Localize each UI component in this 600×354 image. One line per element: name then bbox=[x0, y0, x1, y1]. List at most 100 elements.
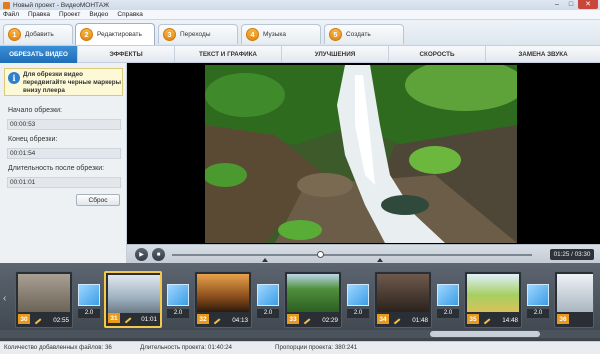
step-number: 1 bbox=[8, 28, 21, 41]
trim-end-field[interactable]: 00:01:54 bbox=[7, 148, 121, 159]
status-ratio: Пропорции проекта: 380:241 bbox=[275, 344, 358, 351]
edit-pencil-icon[interactable] bbox=[31, 314, 42, 325]
step-edit[interactable]: 2 Редактировать bbox=[75, 23, 155, 45]
clip-thumbnail bbox=[108, 275, 160, 313]
edit-tabs: ОБРЕЗАТЬ ВИДЕО ЭФФЕКТЫ ТЕКСТ И ГРАФИКА У… bbox=[0, 45, 600, 63]
edit-pencil-icon[interactable] bbox=[300, 314, 311, 325]
menu-bar: Файл Правка Проект Видео Справка bbox=[0, 10, 600, 20]
play-button[interactable]: ▶ bbox=[135, 248, 148, 261]
edit-pencil-icon[interactable] bbox=[210, 314, 221, 325]
transition-duration: 2.0 bbox=[527, 309, 549, 318]
window-title: Новый проект - ВидеоМОНТАЖ bbox=[13, 1, 110, 9]
tab-text-graphics[interactable]: ТЕКСТ И ГРАФИКА bbox=[175, 46, 282, 63]
step-label: Добавить bbox=[25, 31, 54, 38]
reset-button[interactable]: Сброс bbox=[76, 194, 120, 206]
clip-duration: 01:01 bbox=[141, 316, 157, 323]
clip-number: 31 bbox=[108, 313, 120, 323]
clip-duration: 14:48 bbox=[502, 317, 518, 324]
trim-end-marker[interactable] bbox=[377, 258, 383, 262]
tab-effects[interactable]: ЭФФЕКТЫ bbox=[78, 46, 175, 63]
clip-thumbnail bbox=[197, 274, 249, 312]
timeline-clip[interactable]: 36 bbox=[554, 271, 594, 328]
time-display: 01:25 / 03:30 bbox=[550, 249, 594, 260]
seek-bar[interactable] bbox=[172, 251, 532, 258]
clip-number: 35 bbox=[467, 314, 479, 324]
transition-duration: 2.0 bbox=[347, 309, 369, 318]
close-button[interactable]: ✕ bbox=[578, 0, 598, 9]
trim-end-label: Конец обрезки: bbox=[8, 136, 58, 143]
step-music[interactable]: 4 Музыка bbox=[241, 24, 321, 44]
step-create[interactable]: 5 Создать bbox=[324, 24, 404, 44]
transition-slot[interactable]: 2.0 bbox=[167, 284, 189, 320]
clip-thumbnail bbox=[557, 274, 593, 312]
maximize-button[interactable]: □ bbox=[564, 0, 578, 9]
menu-video[interactable]: Видео bbox=[89, 11, 108, 18]
trim-panel: i Для обрезки видео передвигайте черные … bbox=[0, 63, 127, 263]
step-label: Редактировать bbox=[97, 31, 142, 38]
step-add[interactable]: 1 Добавить bbox=[3, 24, 73, 44]
status-files: Количество добавленных файлов: 36 bbox=[4, 344, 112, 351]
stop-button[interactable]: ■ bbox=[152, 248, 165, 261]
tab-enhancements[interactable]: УЛУЧШЕНИЯ bbox=[282, 46, 389, 63]
seek-knob[interactable] bbox=[316, 251, 324, 258]
video-preview bbox=[127, 63, 600, 244]
player-controls: ▶ ■ 01:25 / 03:30 bbox=[127, 244, 600, 263]
transition-duration: 2.0 bbox=[437, 309, 459, 318]
edit-pencil-icon[interactable] bbox=[121, 313, 132, 324]
status-duration: Длительность проекта: 01:40:24 bbox=[140, 344, 232, 351]
menu-file[interactable]: Файл bbox=[3, 11, 19, 18]
timeline-clip-selected[interactable]: 31 01:01 bbox=[104, 271, 162, 328]
trim-start-field[interactable]: 00:00:53 bbox=[7, 119, 121, 130]
trim-start-label: Начало обрезки: bbox=[8, 107, 62, 114]
waterfall-frame-image bbox=[205, 65, 517, 243]
trim-duration-label: Длительность после обрезки: bbox=[8, 165, 105, 172]
menu-help[interactable]: Справка bbox=[117, 11, 143, 18]
timeline-scrollbar[interactable] bbox=[0, 330, 600, 338]
clip-duration: 04:13 bbox=[232, 317, 248, 324]
timeline-clip[interactable]: 32 04:13 bbox=[194, 271, 252, 328]
transition-slot[interactable]: 2.0 bbox=[437, 284, 459, 320]
tab-sound-replace[interactable]: ЗАМЕНА ЗВУКА bbox=[486, 46, 600, 63]
edit-pencil-icon[interactable] bbox=[390, 314, 401, 325]
transition-slot[interactable]: 2.0 bbox=[527, 284, 549, 320]
timeline-clip[interactable]: 33 02:29 bbox=[284, 271, 342, 328]
timeline-clip[interactable]: 34 01:48 bbox=[374, 271, 432, 328]
menu-edit[interactable]: Правка bbox=[28, 11, 50, 18]
step-label: Переходы bbox=[180, 31, 211, 38]
scroll-thumb[interactable] bbox=[430, 331, 540, 337]
clip-duration: 01:48 bbox=[412, 317, 428, 324]
video-frame bbox=[205, 65, 517, 243]
timeline-clip[interactable]: 35 14:48 bbox=[464, 271, 522, 328]
clip-thumbnail bbox=[287, 274, 339, 312]
transition-slot[interactable]: 2.0 bbox=[347, 284, 369, 320]
transition-duration: 2.0 bbox=[78, 309, 100, 318]
menu-project[interactable]: Проект bbox=[59, 11, 80, 18]
clip-number: 30 bbox=[18, 314, 30, 324]
clip-thumbnail bbox=[467, 274, 519, 312]
timeline-clip[interactable]: 30 02:55 bbox=[15, 271, 73, 328]
tab-trim[interactable]: ОБРЕЗАТЬ ВИДЕО bbox=[0, 46, 78, 63]
step-transitions[interactable]: 3 Переходы bbox=[158, 24, 238, 44]
step-number: 2 bbox=[80, 28, 93, 41]
title-bar: Новый проект - ВидеоМОНТАЖ – □ ✕ bbox=[0, 0, 600, 10]
trim-hint: i Для обрезки видео передвигайте черные … bbox=[4, 68, 123, 96]
clip-number: 36 bbox=[557, 314, 569, 324]
clip-number: 34 bbox=[377, 314, 389, 324]
trim-start-marker[interactable] bbox=[262, 258, 268, 262]
app-icon bbox=[3, 1, 10, 9]
transition-slot[interactable]: 2.0 bbox=[257, 284, 279, 320]
transition-slot[interactable]: 2.0 bbox=[78, 284, 100, 320]
clip-duration: 02:29 bbox=[322, 317, 338, 324]
tab-speed[interactable]: СКОРОСТЬ bbox=[389, 46, 486, 63]
clip-duration: 02:55 bbox=[53, 317, 69, 324]
clip-number: 33 bbox=[287, 314, 299, 324]
edit-pencil-icon[interactable] bbox=[480, 314, 491, 325]
step-number: 5 bbox=[329, 28, 342, 41]
wizard-steps: 1 Добавить 2 Редактировать 3 Переходы 4 … bbox=[0, 20, 600, 45]
minimize-button[interactable]: – bbox=[550, 0, 564, 9]
hint-text: Для обрезки видео передвигайте черные ма… bbox=[23, 71, 121, 94]
transition-duration: 2.0 bbox=[167, 309, 189, 318]
step-label: Создать bbox=[346, 31, 371, 38]
transition-duration: 2.0 bbox=[257, 309, 279, 318]
scroll-left-icon[interactable]: ‹ bbox=[3, 293, 6, 304]
